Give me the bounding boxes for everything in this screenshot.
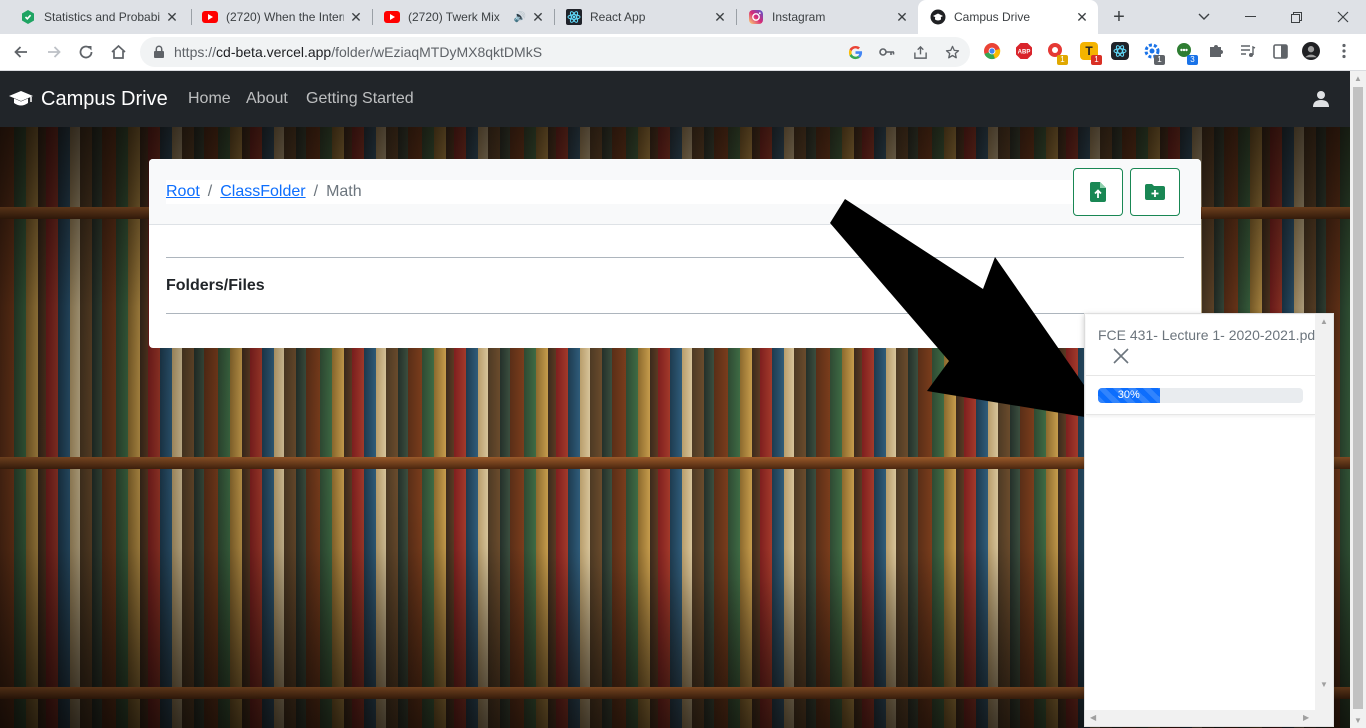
browser-tab[interactable]: (2720) Twerk Mix 🔊 ✕ — [372, 0, 554, 34]
brand-name: Campus Drive — [41, 87, 168, 110]
breadcrumb-separator: / — [207, 183, 213, 200]
breadcrumb-classfolder-link[interactable]: ClassFolder — [220, 183, 305, 201]
campus-icon — [930, 9, 946, 25]
instagram-icon — [748, 9, 764, 25]
tab-title: Instagram — [772, 10, 826, 24]
reload-icon[interactable] — [74, 40, 98, 64]
close-icon[interactable]: ✕ — [164, 9, 180, 25]
url-text[interactable]: https://cd-beta.vercel.app/folder/wEziaq… — [174, 44, 542, 60]
back-icon[interactable] — [9, 40, 33, 64]
folder-plus-icon — [1145, 184, 1165, 200]
page-viewport: Campus Drive Home About Getting Started … — [0, 71, 1350, 728]
page-scrollbar[interactable]: ▲ ▼ — [1350, 71, 1366, 728]
tab-title: Statistics and Probabil — [44, 10, 160, 24]
google-icon[interactable] — [847, 44, 863, 60]
side-panel-icon[interactable] — [1271, 42, 1289, 60]
extension-badge: 1 — [1154, 55, 1165, 65]
breadcrumb-separator: / — [313, 183, 319, 200]
tab-title: (2720) When the Intern — [226, 10, 344, 24]
new-tab-button[interactable]: + — [1108, 6, 1130, 28]
tab-title: React App — [590, 10, 646, 24]
close-icon[interactable]: ✕ — [348, 9, 364, 25]
close-icon[interactable]: ✕ — [530, 9, 546, 25]
close-icon[interactable]: ✕ — [1074, 9, 1090, 25]
minimize-icon[interactable] — [1227, 0, 1273, 34]
chrome-extension-icon[interactable] — [983, 42, 1001, 60]
nav-getting-started-link[interactable]: Getting Started — [306, 71, 414, 127]
extension-badge: 1 — [1057, 55, 1068, 65]
home-icon[interactable] — [106, 40, 130, 64]
youtube-icon — [202, 9, 218, 25]
user-icon[interactable] — [1312, 90, 1330, 108]
extension-badge: 1 — [1091, 55, 1102, 65]
breadcrumb-current: Math — [326, 183, 362, 200]
upload-progress-bar: 30% — [1098, 388, 1160, 403]
toast-divider — [1086, 375, 1316, 376]
tab-title: (2720) Twerk Mix — [408, 10, 500, 24]
app-navbar: Campus Drive Home About Getting Started — [0, 71, 1350, 127]
forward-icon[interactable] — [42, 40, 66, 64]
close-icon[interactable]: ✕ — [894, 9, 910, 25]
hexagon-icon — [20, 9, 36, 25]
lock-icon[interactable] — [152, 45, 166, 59]
browser-tab[interactable]: React App ✕ — [554, 0, 736, 34]
address-bar[interactable]: https://cd-beta.vercel.app/folder/wEziaq… — [140, 37, 970, 67]
react-icon — [566, 9, 582, 25]
annotation-arrow — [830, 199, 1109, 421]
graduation-cap-icon — [9, 91, 33, 106]
page-scrollbar-thumb[interactable] — [1353, 87, 1363, 709]
key-icon[interactable] — [879, 44, 895, 60]
share-icon[interactable] — [912, 44, 928, 60]
browser-toolbar: https://cd-beta.vercel.app/folder/wEziaq… — [0, 34, 1366, 71]
browser-tab[interactable]: (2720) When the Intern ✕ — [190, 0, 372, 34]
breadcrumb: Root / ClassFolder / Math — [166, 183, 362, 201]
extension-badge: 3 — [1187, 55, 1198, 65]
tab-title: Campus Drive — [954, 10, 1031, 24]
browser-tab-strip: Statistics and Probabil ✕ (2720) When th… — [0, 0, 1366, 34]
nav-home-link[interactable]: Home — [188, 71, 231, 127]
svg-text:ABP: ABP — [1018, 50, 1031, 56]
brand-link[interactable]: Campus Drive — [8, 71, 168, 127]
upload-progress-panel: FCE 431- Lecture 1- 2020-2021.pdf 30% ▲ … — [1084, 313, 1334, 727]
panel-vertical-scrollbar[interactable]: ▲ ▼ — [1315, 314, 1333, 726]
folders-files-heading: Folders/Files — [166, 277, 265, 294]
add-folder-button[interactable] — [1130, 168, 1180, 216]
upload-progress: 30% — [1098, 388, 1303, 403]
close-icon[interactable]: ✕ — [712, 9, 728, 25]
browser-tab[interactable]: Statistics and Probabil ✕ — [8, 0, 188, 34]
browser-tab-active[interactable]: Campus Drive ✕ — [918, 0, 1098, 34]
upload-file-name: FCE 431- Lecture 1- 2020-2021.pdf — [1098, 327, 1320, 343]
upload-toast: FCE 431- Lecture 1- 2020-2021.pdf 30% — [1086, 315, 1320, 415]
url-host: cd-beta.vercel.app — [216, 44, 332, 60]
close-window-icon[interactable] — [1320, 0, 1366, 34]
profile-avatar[interactable] — [1302, 42, 1320, 60]
more-menu-icon[interactable] — [1335, 42, 1353, 60]
puzzle-icon[interactable] — [1207, 42, 1225, 60]
media-queue-icon[interactable] — [1239, 42, 1257, 60]
browser-tab[interactable]: Instagram ✕ — [736, 0, 918, 34]
adblock-icon[interactable]: ABP — [1015, 42, 1033, 60]
bookmark-star-icon[interactable] — [944, 44, 960, 60]
close-icon[interactable] — [1112, 347, 1130, 365]
tab-search-icon[interactable] — [1181, 0, 1227, 34]
url-path: /folder/wEziaqMTDyMX8qktDMkS — [331, 44, 543, 60]
nav-about-link[interactable]: About — [246, 71, 288, 127]
speaker-icon[interactable]: 🔊 — [514, 12, 526, 23]
url-scheme: https:// — [174, 44, 217, 60]
panel-horizontal-scrollbar[interactable]: ◀ ▶ — [1085, 710, 1315, 726]
react-devtools-icon[interactable] — [1111, 42, 1129, 60]
restore-icon[interactable] — [1273, 0, 1319, 34]
youtube-icon — [384, 9, 400, 25]
breadcrumb-root-link[interactable]: Root — [166, 183, 200, 201]
